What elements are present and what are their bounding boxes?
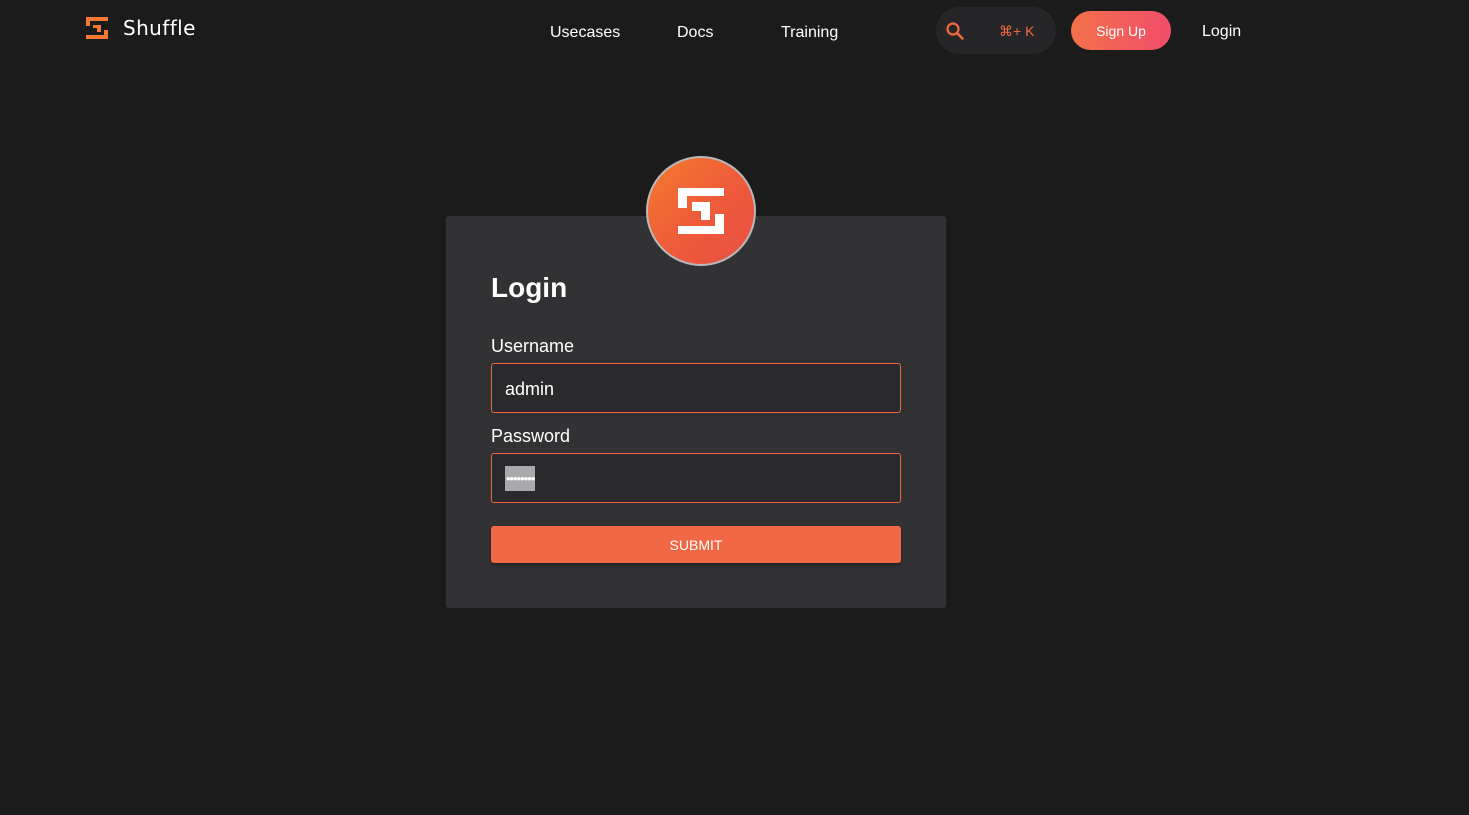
- username-label: Username: [491, 336, 575, 356]
- login-avatar: [646, 156, 756, 266]
- top-navigation: Shuffle Usecases Docs Training ⌘+ K Sign…: [0, 0, 1469, 62]
- login-title: Login: [491, 272, 568, 303]
- username-value: admin: [505, 379, 555, 399]
- search-icon: [946, 22, 964, 40]
- nav-link-usecases[interactable]: Usecases: [550, 24, 620, 42]
- brand-home-link[interactable]: Shuffle: [86, 15, 196, 41]
- submit-button[interactable]: SUBMIT: [491, 526, 901, 563]
- password-value: ••••••••: [505, 466, 535, 491]
- sign-up-button[interactable]: Sign Up: [1071, 11, 1171, 50]
- username-field[interactable]: admin: [491, 363, 901, 413]
- password-label: Password: [491, 426, 571, 446]
- search-shortcut-hint: ⌘+ K: [999, 23, 1035, 39]
- shuffle-logo-icon: [678, 188, 724, 234]
- login-link[interactable]: Login: [1202, 23, 1241, 41]
- search-button[interactable]: ⌘+ K: [936, 7, 1056, 54]
- nav-link-training[interactable]: Training: [781, 24, 838, 42]
- brand-name: Shuffle: [123, 16, 196, 40]
- nav-link-docs[interactable]: Docs: [677, 24, 713, 42]
- password-field[interactable]: ••••••••: [491, 453, 901, 503]
- shuffle-logo-icon: [86, 17, 108, 39]
